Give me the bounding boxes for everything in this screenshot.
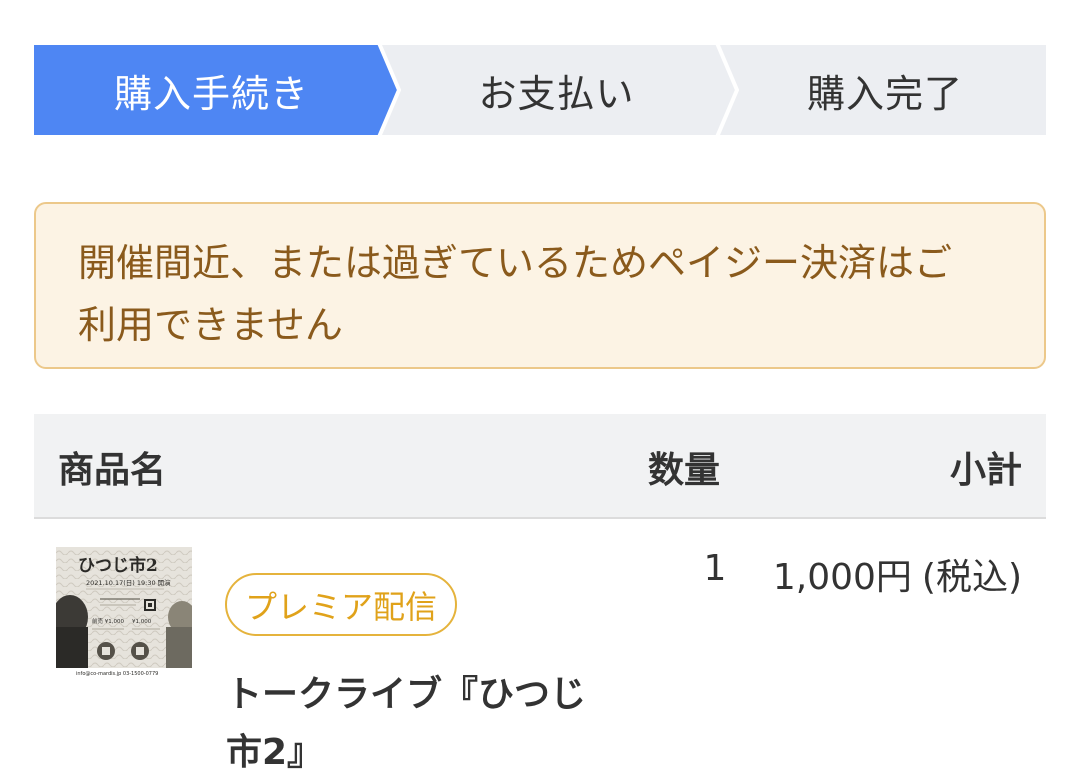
- step-purchase-procedure: 購入手続き: [113, 71, 309, 116]
- product-quantity: 1: [703, 548, 727, 589]
- product-name[interactable]: トークライブ『ひつじ市2』: [226, 666, 606, 779]
- alert-text-line2: 利用できません: [78, 303, 343, 347]
- alert-text-line1: 開催間近、または過ぎているためペイジー決済はご: [78, 241, 953, 285]
- order-table-header: 商品名 数量 小計: [34, 414, 1046, 519]
- premium-stream-badge: プレミア配信: [225, 573, 457, 636]
- header-subtotal: 小計: [949, 449, 1022, 491]
- thumbnail-price-2: ¥1,000: [132, 619, 152, 625]
- thumbnail-title: ひつじ市2: [78, 555, 158, 576]
- checkout-stepper: 購入手続き お支払い 購入完了: [34, 45, 1046, 135]
- subtotal-price: 1,000円: [772, 557, 912, 598]
- header-product-name: 商品名: [58, 449, 167, 491]
- checkout-page: 購入手続き お支払い 購入完了 開催間近、または過ぎているためペイジー決済はご …: [0, 0, 1080, 779]
- thumbnail-contact: info@co-mardis.jp 03-1500-0779: [76, 671, 158, 677]
- header-quantity: 数量: [648, 449, 721, 491]
- subtotal-tax-note: (税込): [921, 557, 1022, 598]
- event-poster-image: ひつじ市2 2021.10.17(日) 19:30 開演 前売 ¥1,000 ¥…: [56, 547, 192, 677]
- payeasy-unavailable-alert: 開催間近、または過ぎているためペイジー決済はご 利用できません: [34, 202, 1046, 369]
- step-payment: お支払い: [478, 71, 635, 116]
- step-purchase-complete: 購入完了: [806, 71, 963, 116]
- thumbnail-price-1: 前売 ¥1,000: [92, 617, 124, 625]
- product-subtotal: 1,000円 (税込): [773, 548, 1022, 600]
- thumbnail-date: 2021.10.17(日) 19:30 開演: [86, 578, 171, 587]
- product-thumbnail: ひつじ市2 2021.10.17(日) 19:30 開演 前売 ¥1,000 ¥…: [56, 547, 192, 677]
